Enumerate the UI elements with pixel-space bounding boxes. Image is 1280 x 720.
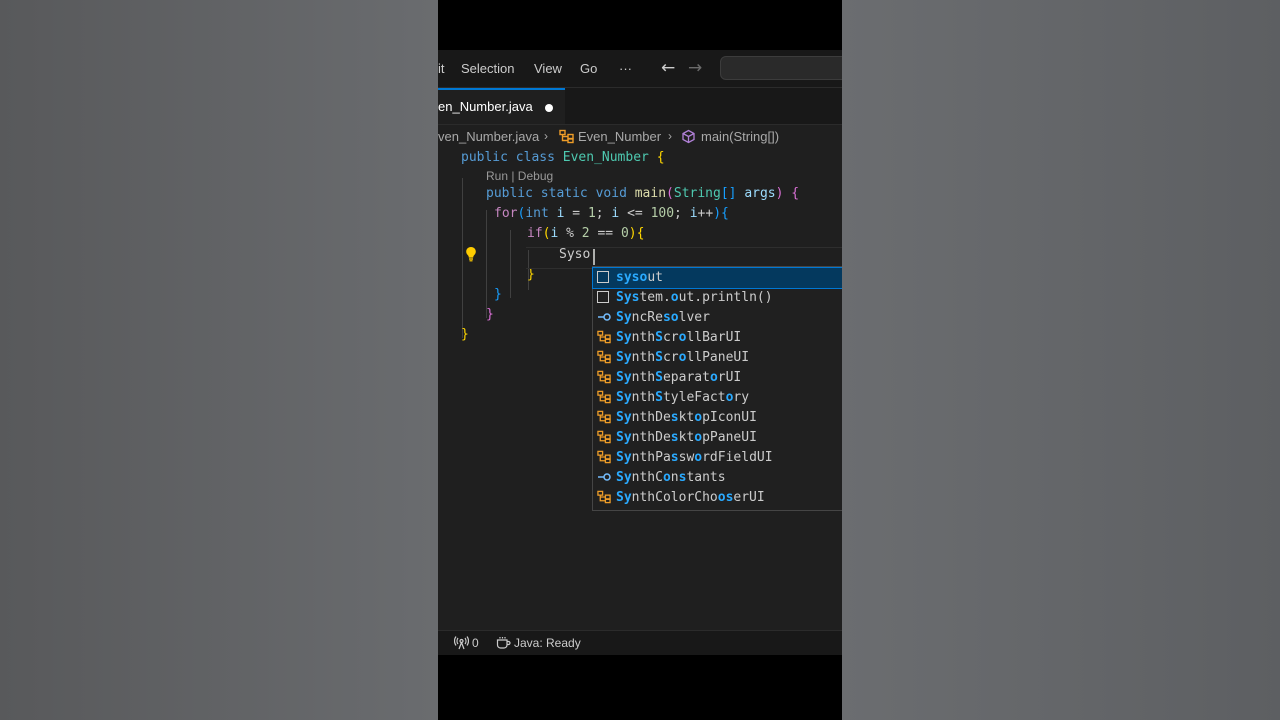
suggestion-synthstylefactory[interactable]: SynthStyleFactory — [593, 388, 842, 408]
lightbulb-icon[interactable] — [465, 246, 477, 262]
broadcast-icon[interactable] — [454, 636, 469, 650]
suggestion-synthdesktoppaneui[interactable]: SynthDesktopPaneUI — [593, 428, 842, 448]
suggestion-syncresolver[interactable]: SyncResolver — [593, 308, 842, 328]
indent-guide — [510, 230, 511, 298]
interface-icon — [598, 313, 611, 321]
class-icon — [597, 370, 611, 384]
breadcrumb: ven_Number.java › Even_Number › main(Str… — [438, 125, 842, 149]
menu-view[interactable]: View — [534, 61, 562, 76]
suggestion-system-out-println[interactable]: System.out.println() — [593, 288, 842, 308]
suggest-widget: sysout System.out.println() SyncResolver… — [592, 266, 842, 511]
code-line-8: } — [486, 307, 494, 322]
class-icon — [597, 410, 611, 424]
video-blur-right — [842, 0, 1280, 720]
interface-icon — [598, 473, 611, 481]
menu-more[interactable]: ··· — [619, 61, 632, 76]
status-bar: 0 Java: Ready — [438, 630, 842, 655]
menu-go[interactable]: Go — [580, 61, 597, 76]
code-line-9: } — [461, 327, 469, 342]
code-line-2: public static void main(String[] args) { — [486, 186, 800, 201]
breadcrumb-method[interactable]: main(String[]) — [701, 129, 779, 144]
video-blur-left — [0, 0, 438, 720]
code-line-1: public class Even_Number { — [461, 150, 665, 165]
class-icon — [597, 330, 611, 344]
class-icon — [597, 350, 611, 364]
tab-bar: en_Number.java — [438, 88, 842, 125]
vscode-window: it Selection View Go ··· ← → en_Number.j… — [438, 50, 842, 655]
codelens-run-debug[interactable]: Run | Debug — [486, 169, 553, 183]
command-center-search[interactable] — [720, 56, 842, 80]
menu-bar: it Selection View Go ··· ← → — [438, 50, 842, 88]
class-icon — [597, 430, 611, 444]
snippet-icon — [597, 291, 609, 303]
suggestion-synthcolorchooserui[interactable]: SynthColorChooserUI — [593, 488, 842, 508]
suggestion-synthpasswordfieldui[interactable]: SynthPasswordFieldUI — [593, 448, 842, 468]
snippet-icon — [597, 271, 609, 283]
suggestion-synthconstants[interactable]: SynthConstants — [593, 468, 842, 488]
class-icon — [597, 390, 611, 404]
breadcrumb-file[interactable]: ven_Number.java — [438, 129, 539, 144]
suggestion-synthdesktopiconui[interactable]: SynthDesktopIconUI — [593, 408, 842, 428]
ports-count[interactable]: 0 — [472, 636, 479, 650]
breadcrumb-class[interactable]: Even_Number — [578, 129, 661, 144]
menu-selection[interactable]: Selection — [461, 61, 514, 76]
tab-even-number-java[interactable]: en_Number.java — [438, 88, 565, 124]
method-cube-icon — [682, 129, 695, 144]
code-line-6: } — [527, 267, 535, 282]
indent-guide — [462, 178, 463, 338]
suggestion-synthscrollbarui[interactable]: SynthScrollBarUI — [593, 328, 842, 348]
indent-guide — [486, 210, 487, 318]
code-line-7: } — [494, 287, 502, 302]
code-line-3: for(int i = 1; i <= 100; i++){ — [494, 206, 729, 221]
arrow-left-icon[interactable]: ← — [661, 58, 675, 78]
text-cursor — [593, 249, 595, 265]
code-line-4: if(i % 2 == 0){ — [527, 226, 645, 241]
suggestion-synthseparatorui[interactable]: SynthSeparatorUI — [593, 368, 842, 388]
chevron-right-icon: › — [668, 129, 672, 143]
video-frame: it Selection View Go ··· ← → en_Number.j… — [438, 0, 842, 720]
arrow-right-icon[interactable]: → — [688, 58, 702, 78]
menu-edit[interactable]: it — [438, 61, 445, 76]
class-icon — [597, 490, 611, 504]
suggestion-synthscrollpaneui[interactable]: SynthScrollPaneUI — [593, 348, 842, 368]
java-status[interactable]: Java: Ready — [514, 636, 581, 650]
class-icon — [597, 450, 611, 464]
tab-label: en_Number.java — [438, 99, 533, 114]
class-icon — [559, 129, 574, 144]
unsaved-dot-icon[interactable] — [545, 104, 553, 112]
chevron-right-icon: › — [544, 129, 548, 143]
suggestion-sysout[interactable]: sysout — [592, 267, 842, 289]
coffee-cup-icon — [496, 637, 511, 649]
